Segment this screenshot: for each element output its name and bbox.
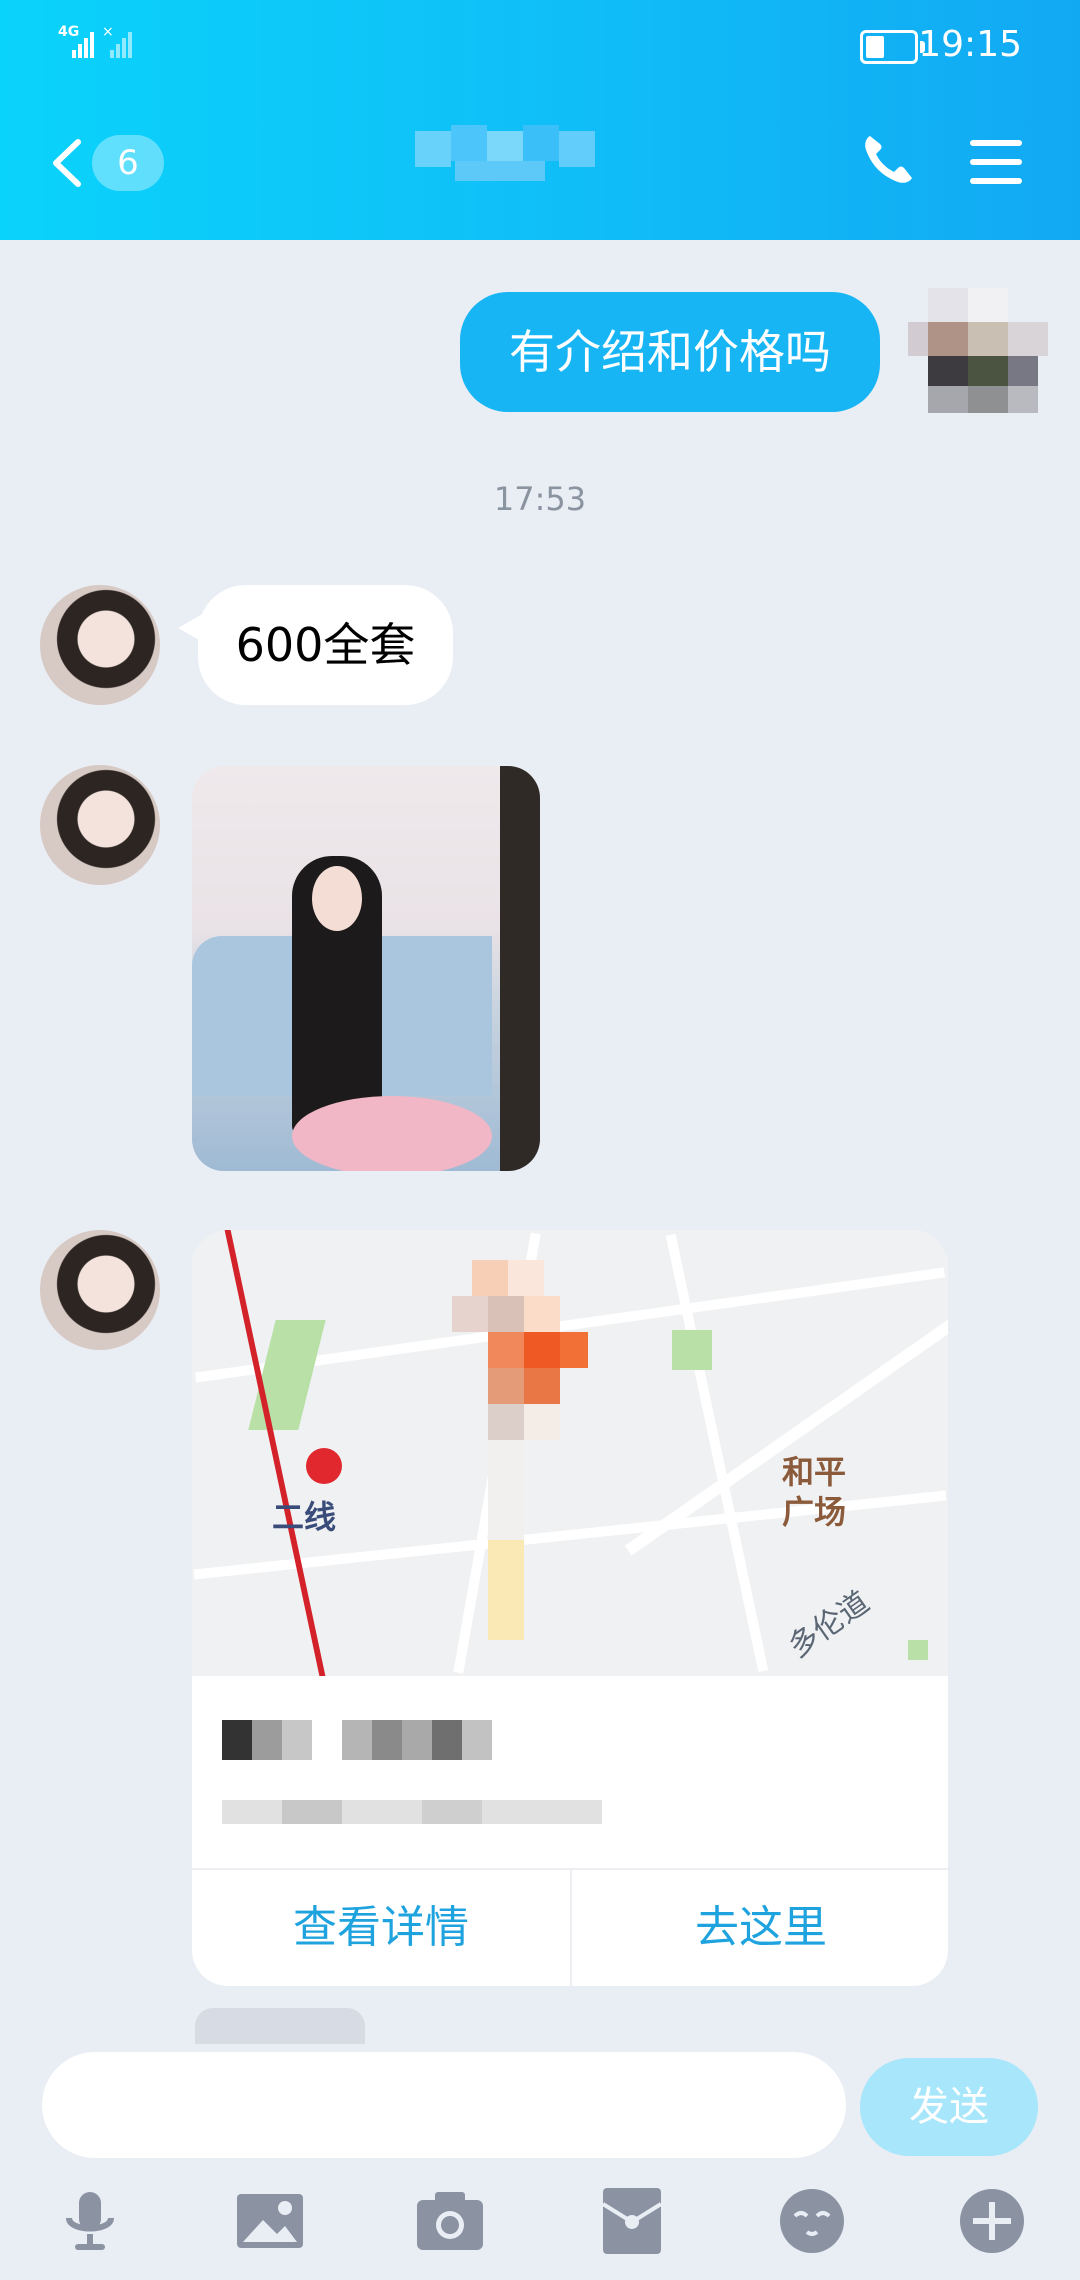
- chat-header: 4G × 19:15 6: [0, 0, 1080, 240]
- chevron-left-icon: [53, 139, 81, 187]
- status-time: 19:15: [918, 24, 1022, 65]
- map-preview[interactable]: 二线 和平 广场 多伦道: [192, 1230, 948, 1676]
- map-label-metro: 二线: [272, 1498, 337, 1536]
- red-packet-icon[interactable]: [597, 2186, 667, 2256]
- metro-station-icon: [306, 1448, 342, 1484]
- contact-avatar[interactable]: [40, 585, 160, 705]
- incoming-message-bubble[interactable]: 600全套: [198, 585, 453, 705]
- pixelation-block: [908, 288, 1048, 413]
- address-text-obscured: [222, 1700, 602, 1850]
- location-card[interactable]: 二线 和平 广场 多伦道 查看详情 去这里: [192, 1230, 948, 1986]
- phone-icon: [865, 136, 912, 183]
- contact-name-obscured: [415, 125, 675, 185]
- next-message-peek: [195, 2008, 365, 2044]
- hamburger-menu-icon: [970, 140, 1022, 184]
- battery-icon: [860, 30, 925, 64]
- menu-button[interactable]: [968, 136, 1024, 188]
- voice-call-button[interactable]: [858, 130, 916, 188]
- pixelation-block: [222, 1720, 602, 1824]
- cell-signal-icon: 4G ×: [58, 24, 132, 58]
- camera-icon[interactable]: [415, 2186, 485, 2256]
- unread-count-badge[interactable]: 6: [92, 135, 164, 191]
- pixelation-block: [452, 1260, 588, 1640]
- emoji-icon[interactable]: [777, 2186, 847, 2256]
- signal-indicator: 4G ×: [58, 22, 168, 66]
- pixelation-block: [415, 125, 595, 181]
- photo-face-shape: [312, 866, 362, 931]
- map-label-plaza-line-1: 和平: [782, 1453, 847, 1491]
- map-label-plaza: 和平 广场: [782, 1452, 846, 1532]
- map-label-plaza-line-2: 广场: [782, 1493, 847, 1531]
- photo-doorframe-shape: [500, 766, 540, 1171]
- svg-text:×: ×: [102, 24, 114, 40]
- photo-rug-shape: [292, 1096, 492, 1171]
- map-label-road: 多伦道: [782, 1584, 876, 1666]
- contact-avatar[interactable]: [40, 1230, 160, 1350]
- plus-icon[interactable]: [957, 2186, 1027, 2256]
- timestamp-separator: 17:53: [493, 480, 587, 518]
- view-details-button[interactable]: 查看详情: [192, 1870, 570, 1986]
- send-button[interactable]: 发送: [860, 2058, 1038, 2156]
- image-icon[interactable]: [235, 2186, 305, 2256]
- location-pin-obscured: [452, 1260, 592, 1640]
- message-input[interactable]: [42, 2052, 846, 2158]
- contact-avatar[interactable]: [40, 765, 160, 885]
- my-avatar-obscured[interactable]: [908, 288, 1048, 413]
- outgoing-message-bubble[interactable]: 有介绍和价格吗: [460, 292, 880, 412]
- network-type-label: 4G: [58, 24, 79, 40]
- navigate-here-button[interactable]: 去这里: [572, 1870, 948, 1986]
- microphone-icon[interactable]: [55, 2186, 125, 2256]
- image-message[interactable]: [192, 766, 540, 1171]
